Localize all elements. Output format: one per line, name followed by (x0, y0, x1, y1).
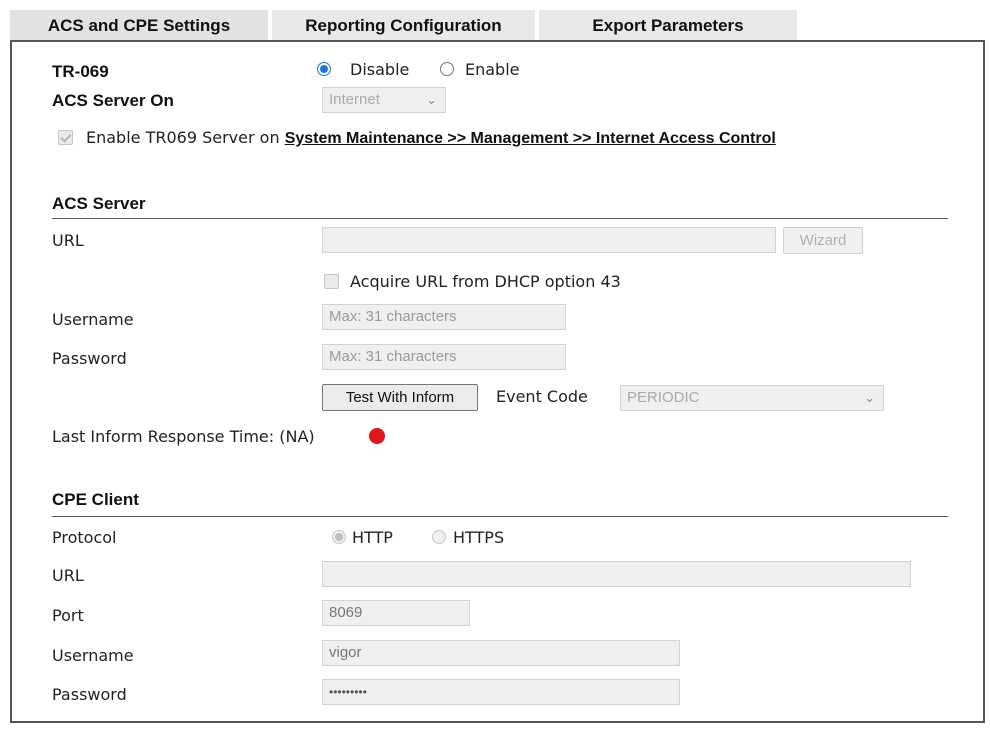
protocol-http-label: HTTP (352, 528, 393, 547)
wizard-button[interactable]: Wizard (783, 227, 863, 254)
chevron-down-icon: ⌄ (864, 390, 875, 405)
protocol-http-radio[interactable] (332, 530, 346, 544)
enable-tr069-row: Enable TR069 Server on System Maintenanc… (86, 128, 776, 148)
acs-server-section-title: ACS Server (52, 194, 146, 213)
last-inform-row: Last Inform Response Time: (NA) (52, 427, 315, 446)
event-code-label: Event Code (496, 387, 588, 406)
enable-tr069-text: Enable TR069 Server on (86, 128, 280, 147)
port-input[interactable]: 8069 (322, 600, 470, 626)
acs-url-label: URL (52, 231, 84, 250)
cpe-url-label: URL (52, 566, 84, 585)
tr069-label: TR-069 (52, 62, 109, 81)
protocol-https-radio[interactable] (432, 530, 446, 544)
acs-password-label: Password (52, 349, 127, 368)
last-inform-value: (NA) (279, 427, 315, 446)
status-dot-icon (369, 428, 385, 444)
acquire-url-dhcp-label: Acquire URL from DHCP option 43 (350, 272, 621, 291)
acs-server-on-label: ACS Server On (52, 91, 174, 110)
cpe-password-label: Password (52, 685, 127, 704)
cpe-username-label: Username (52, 646, 134, 665)
acquire-url-dhcp-checkbox[interactable] (324, 274, 339, 289)
cpe-username-input[interactable]: vigor (322, 640, 680, 666)
tr069-enable-radio[interactable] (440, 62, 454, 76)
acs-server-divider (52, 218, 948, 219)
acs-username-label: Username (52, 310, 134, 329)
tr069-disable-label: Disable (350, 60, 410, 79)
acs-server-on-value: Internet (329, 91, 380, 108)
tr069-disable-radio[interactable] (317, 62, 331, 76)
acs-url-input[interactable] (322, 227, 776, 253)
cpe-client-divider (52, 516, 948, 517)
chevron-down-icon: ⌄ (426, 92, 437, 107)
acs-username-input[interactable]: Max: 31 characters (322, 304, 566, 330)
test-with-inform-button[interactable]: Test With Inform (322, 384, 478, 411)
cpe-url-input[interactable] (322, 561, 911, 587)
tr069-enable-label: Enable (465, 60, 520, 79)
tab-export-parameters[interactable]: Export Parameters (539, 10, 797, 40)
tab-acs-cpe-settings[interactable]: ACS and CPE Settings (10, 10, 268, 40)
port-label: Port (52, 606, 84, 625)
event-code-value: PERIODIC (627, 389, 700, 406)
cpe-password-input[interactable]: ••••••••• (322, 679, 680, 705)
acs-password-input[interactable]: Max: 31 characters (322, 344, 566, 370)
internet-access-control-link[interactable]: System Maintenance >> Management >> Inte… (285, 130, 776, 147)
settings-panel: TR-069 Disable Enable ACS Server On Inte… (10, 40, 985, 723)
acs-server-on-select[interactable]: Internet ⌄ (322, 87, 446, 113)
last-inform-label: Last Inform Response Time: (52, 427, 275, 446)
enable-tr069-checkbox[interactable] (58, 130, 73, 145)
protocol-label: Protocol (52, 528, 117, 547)
protocol-https-label: HTTPS (453, 528, 505, 547)
event-code-select[interactable]: PERIODIC ⌄ (620, 385, 884, 411)
cpe-client-section-title: CPE Client (52, 490, 139, 509)
tab-reporting-configuration[interactable]: Reporting Configuration (272, 10, 535, 40)
